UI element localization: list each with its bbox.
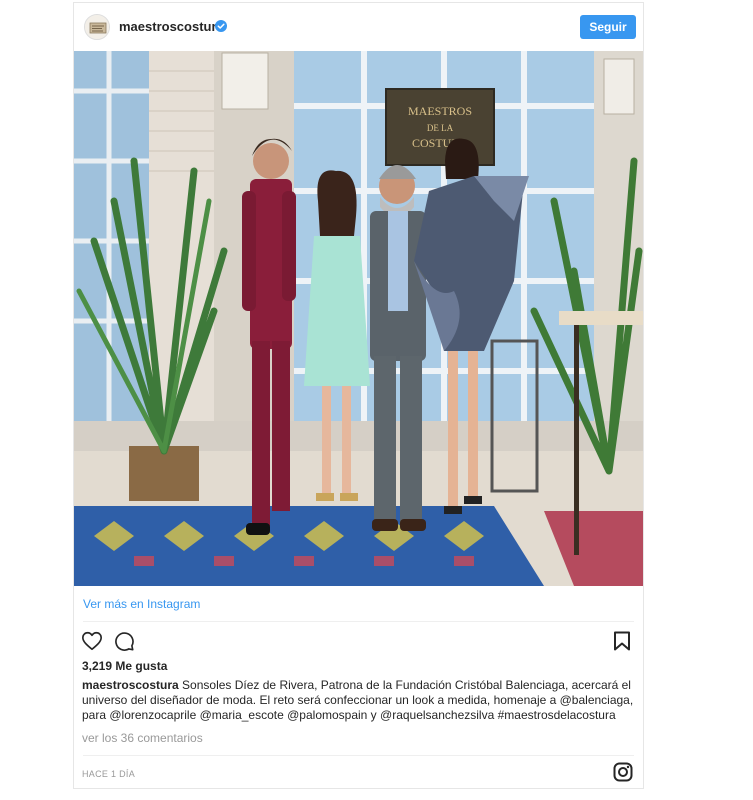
post-photo[interactable]: MAESTROS DE LA COSTURA — [74, 51, 643, 586]
likes-count[interactable]: 3,219 Me gusta — [82, 659, 167, 673]
sign-line-2: DE LA — [427, 123, 454, 133]
instagram-icon[interactable] — [613, 762, 633, 782]
verified-badge-icon — [215, 20, 227, 32]
caption: maestroscostura Sonsoles Díez de Rivera,… — [82, 678, 638, 723]
comment-icon[interactable] — [113, 630, 135, 652]
avatar[interactable] — [84, 14, 110, 40]
post-header: maestroscostura Seguir — [74, 3, 643, 51]
divider — [83, 621, 634, 622]
caption-username[interactable]: maestroscostura — [82, 678, 179, 692]
view-more-link[interactable]: Ver más en Instagram — [83, 597, 200, 611]
sign-line-1: MAESTROS — [408, 104, 472, 118]
follow-button[interactable]: Seguir — [580, 15, 636, 39]
caption-text-1: Sonsoles Díez de Rivera, Patrona de la F… — [178, 678, 631, 692]
bookmark-icon[interactable] — [613, 631, 631, 651]
caption-line-1: maestroscostura Sonsoles Díez de Rivera,… — [82, 678, 638, 693]
heart-icon[interactable] — [81, 630, 103, 652]
view-comments-link[interactable]: ver los 36 comentarios — [82, 731, 203, 745]
instagram-embed-card: maestroscostura Seguir MAESTROS DE LA CO… — [73, 2, 644, 789]
divider — [83, 755, 634, 756]
caption-line-3: para @lorenzocaprile @maria_escote @palo… — [82, 708, 616, 722]
post-timestamp[interactable]: HACE 1 DÍA — [82, 769, 135, 779]
username[interactable]: maestroscostura — [119, 19, 224, 34]
caption-line-2: universo del diseñador de moda. El reto … — [82, 693, 634, 707]
